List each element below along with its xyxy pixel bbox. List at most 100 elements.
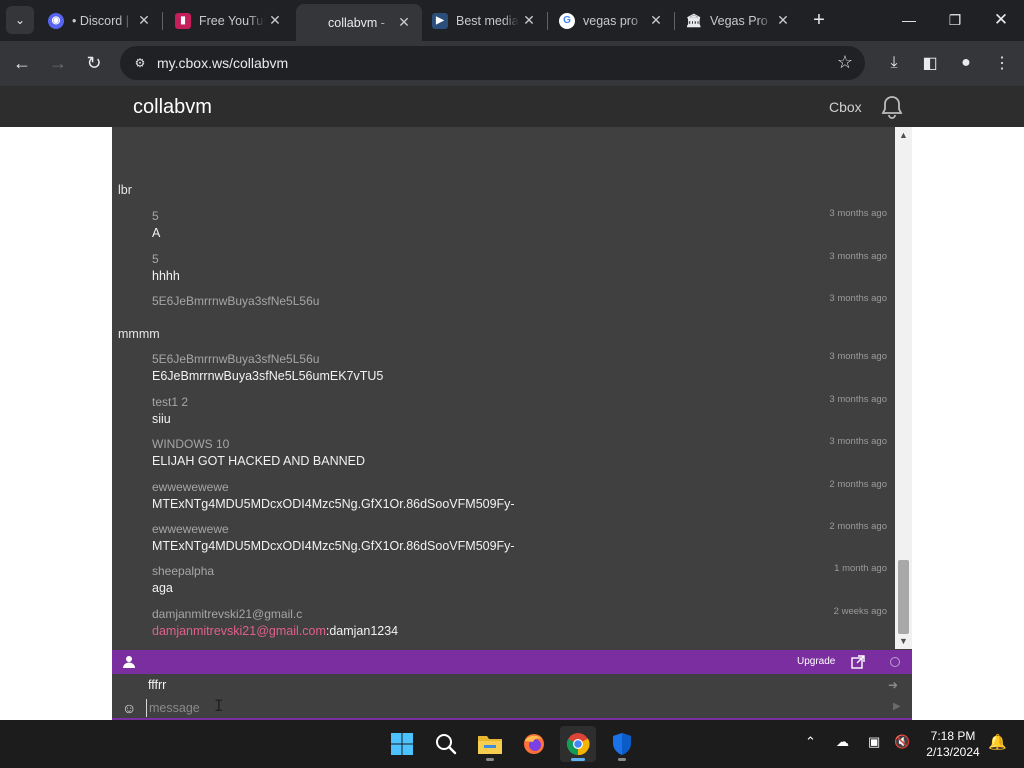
url-text[interactable]: my.cbox.ws/collabvm	[157, 55, 288, 71]
message-text: MTExNTg4MDU5MDcxODI4Mzc5Ng.GfX1Or.86dSoo…	[152, 539, 515, 553]
list-item: sheepalpha aga 1 month ago	[152, 563, 887, 597]
message-author[interactable]: WINDOWS 10	[152, 436, 887, 452]
volume-muted-icon[interactable]: 🔇	[894, 734, 910, 750]
search-button[interactable]	[428, 726, 464, 762]
message-time: 1 month ago	[834, 563, 887, 574]
restore-button[interactable]: ❐	[932, 0, 978, 40]
list-item: 5E6JeBmrrnwBuya3sfNe5L56u 3 months ago	[152, 293, 887, 309]
menu-button[interactable]: ⋮	[988, 49, 1016, 77]
message-author[interactable]: 5E6JeBmrrnwBuya3sfNe5L56u	[152, 293, 887, 309]
tab-discord[interactable]: ◉ • Discord | ✕	[36, 4, 162, 37]
defender-button[interactable]	[604, 726, 640, 762]
arrow-right-icon: →	[49, 52, 67, 73]
message-author[interactable]: damjanmitrevski21@gmail.c	[152, 606, 887, 622]
bookmark-star-icon[interactable]: ☆	[837, 52, 853, 73]
message-time: 2 months ago	[829, 479, 887, 490]
running-indicator	[618, 758, 626, 761]
message-time: 3 months ago	[829, 208, 887, 219]
message-input[interactable]	[146, 699, 866, 717]
scrollbar[interactable]: ▲ ▼	[895, 127, 912, 649]
downloads-button[interactable]: ⤓	[880, 49, 908, 77]
name-field[interactable]: fffrr	[148, 678, 166, 692]
new-tab-button[interactable]: +	[807, 8, 831, 32]
message-author[interactable]: 5	[152, 251, 887, 267]
reload-button[interactable]: ↻	[80, 49, 108, 77]
message-author[interactable]: test1 2	[152, 394, 887, 410]
restore-icon: ❐	[948, 11, 962, 28]
minimize-button[interactable]: —	[886, 0, 932, 40]
cbox-brand-link[interactable]: Cbox	[829, 99, 862, 115]
message-author[interactable]: ewwewewewe	[152, 521, 887, 537]
network-icon[interactable]: ▣	[868, 734, 880, 750]
message-time: 2 months ago	[829, 521, 887, 532]
tab-title: Free YouTube	[199, 13, 265, 28]
user-icon[interactable]	[122, 655, 136, 669]
profile-button[interactable]: ●	[952, 49, 980, 77]
close-icon[interactable]: ✕	[773, 12, 793, 29]
chrome-button[interactable]	[560, 726, 596, 762]
chevron-up-icon[interactable]: ⌃	[805, 734, 816, 750]
shield-icon	[613, 733, 631, 755]
status-icon[interactable]	[890, 657, 900, 667]
tab-vegas-pro-google[interactable]: G vegas pro ✕	[547, 4, 674, 37]
message-time: 3 months ago	[829, 394, 887, 405]
close-icon[interactable]: ✕	[646, 12, 666, 29]
close-icon[interactable]: ✕	[134, 12, 154, 29]
list-item: damjanmitrevski21@gmail.c damjanmitrevsk…	[152, 606, 887, 640]
file-explorer-button[interactable]	[472, 726, 508, 762]
forward-button[interactable]: →	[44, 49, 72, 77]
tab-collabvm[interactable]: collabvm - ✕	[296, 4, 422, 41]
clock[interactable]: 7:18 PM 2/13/2024	[920, 728, 986, 760]
close-icon[interactable]: ✕	[519, 12, 539, 29]
tab-best-media[interactable]: ▶ Best media ✕	[420, 4, 547, 37]
site-info-icon[interactable]: ⚙	[132, 55, 148, 71]
list-item: WINDOWS 10 ELIJAH GOT HACKED AND BANNED …	[152, 436, 887, 470]
running-indicator	[486, 758, 494, 761]
message-text: damjanmitrevski21@gmail.com:damjan1234	[152, 622, 887, 640]
tab-search-button[interactable]: ⌄	[6, 6, 34, 34]
external-link-icon[interactable]	[851, 655, 865, 669]
message-list[interactable]: lbr 5 A 3 months ago 5 hhhh 3 months ago…	[112, 127, 895, 649]
message-author[interactable]: 5E6JeBmrrnwBuya3sfNe5L56u	[152, 351, 887, 367]
firefox-button[interactable]	[516, 726, 552, 762]
smiley-icon[interactable]: ☺	[122, 700, 136, 716]
cbox-header: collabvm Cbox	[0, 86, 1024, 127]
scroll-up-icon[interactable]: ▲	[895, 127, 912, 143]
wikipedia-favicon-icon: 🏛	[685, 12, 703, 28]
tab-title: vegas pro	[583, 13, 638, 28]
windows-logo-icon	[391, 733, 413, 755]
back-button[interactable]: ←	[8, 49, 36, 77]
side-panel-button[interactable]: ◧	[916, 49, 944, 77]
cloud-offline-icon[interactable]: ☁	[836, 734, 849, 750]
reload-icon: ↻	[86, 52, 102, 73]
message-author[interactable]: 5	[152, 208, 887, 224]
message-time: 3 months ago	[829, 251, 887, 262]
message-text: ELIJAH GOT HACKED AND BANNED	[152, 454, 366, 468]
close-icon[interactable]: ✕	[394, 14, 414, 31]
tab-youtube[interactable]: ▮ Free YouTube ✕	[163, 4, 293, 37]
start-button[interactable]	[384, 726, 420, 762]
send-icon[interactable]: ▶	[893, 701, 901, 712]
address-bar[interactable]: ⚙ my.cbox.ws/collabvm ☆	[120, 46, 865, 80]
message-author[interactable]: ewwewewewe	[152, 479, 887, 495]
close-window-button[interactable]: ✕	[978, 0, 1024, 40]
chevron-down-icon: ⌄	[14, 13, 26, 27]
sign-in-icon[interactable]: ➜	[888, 678, 898, 692]
running-indicator	[571, 758, 585, 761]
bell-icon[interactable]	[879, 94, 905, 120]
notification-bell-icon[interactable]: 🔔	[988, 733, 1007, 751]
message-text-rest: :damjan1234	[325, 624, 399, 638]
close-icon[interactable]: ✕	[265, 12, 285, 29]
list-item: ewwewewewe MTExNTg4MDU5MDcxODI4Mzc5Ng.Gf…	[152, 521, 887, 555]
tab-vegas-pro-wikipedia[interactable]: 🏛 Vegas Pro ✕	[674, 4, 801, 37]
tab-title: Best media	[456, 13, 519, 28]
upgrade-link[interactable]: Upgrade	[797, 656, 835, 667]
plus-icon: +	[813, 9, 825, 31]
message-text: aga	[152, 581, 173, 595]
scrollbar-thumb[interactable]	[898, 560, 909, 634]
email-link[interactable]: damjanmitrevski21@gmail.com	[152, 624, 326, 638]
scroll-down-icon[interactable]: ▼	[895, 633, 912, 649]
tab-title: Vegas Pro	[710, 13, 768, 28]
name-row: fffrr ➜	[112, 674, 912, 696]
message-author[interactable]: sheepalpha	[152, 563, 887, 579]
